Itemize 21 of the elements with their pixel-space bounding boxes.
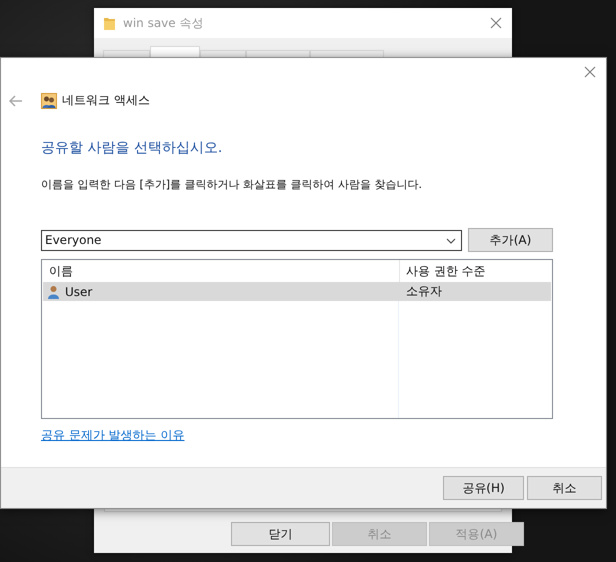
permission-level: 소유자 <box>406 283 442 300</box>
window-title: win save 속성 <box>123 14 204 32</box>
user-row[interactable]: User 소유자 <box>43 282 551 301</box>
chevron-down-icon[interactable] <box>446 238 456 244</box>
heading: 공유할 사람을 선택하십시오. <box>41 139 224 157</box>
column-header[interactable]: 사용 권한 수준 <box>400 260 551 282</box>
close-icon[interactable] <box>490 17 502 29</box>
instruction-text: 이름을 입력한 다음 [추가]를 클릭하거나 화살표를 클릭하여 사람을 찾습니다. <box>41 177 424 192</box>
close-icon[interactable] <box>584 66 596 78</box>
help-link[interactable]: 공유 문제가 발생하는 이유 <box>41 427 184 444</box>
user-icon <box>48 284 59 298</box>
dialog-button[interactable]: 취소 <box>527 476 602 500</box>
back-arrow-icon[interactable] <box>9 94 23 106</box>
folder-icon <box>104 16 115 30</box>
dialog-title: 네트워크 액세스 <box>62 92 150 109</box>
name-combo-field[interactable]: Everyone <box>41 230 462 250</box>
dialog-button[interactable]: 닫기 <box>231 522 330 546</box>
user-name: User <box>65 284 92 298</box>
dialog-button[interactable]: 공유(H) <box>443 476 524 500</box>
add-button[interactable]: 추가(A) <box>468 228 553 252</box>
people-icon <box>41 92 57 108</box>
